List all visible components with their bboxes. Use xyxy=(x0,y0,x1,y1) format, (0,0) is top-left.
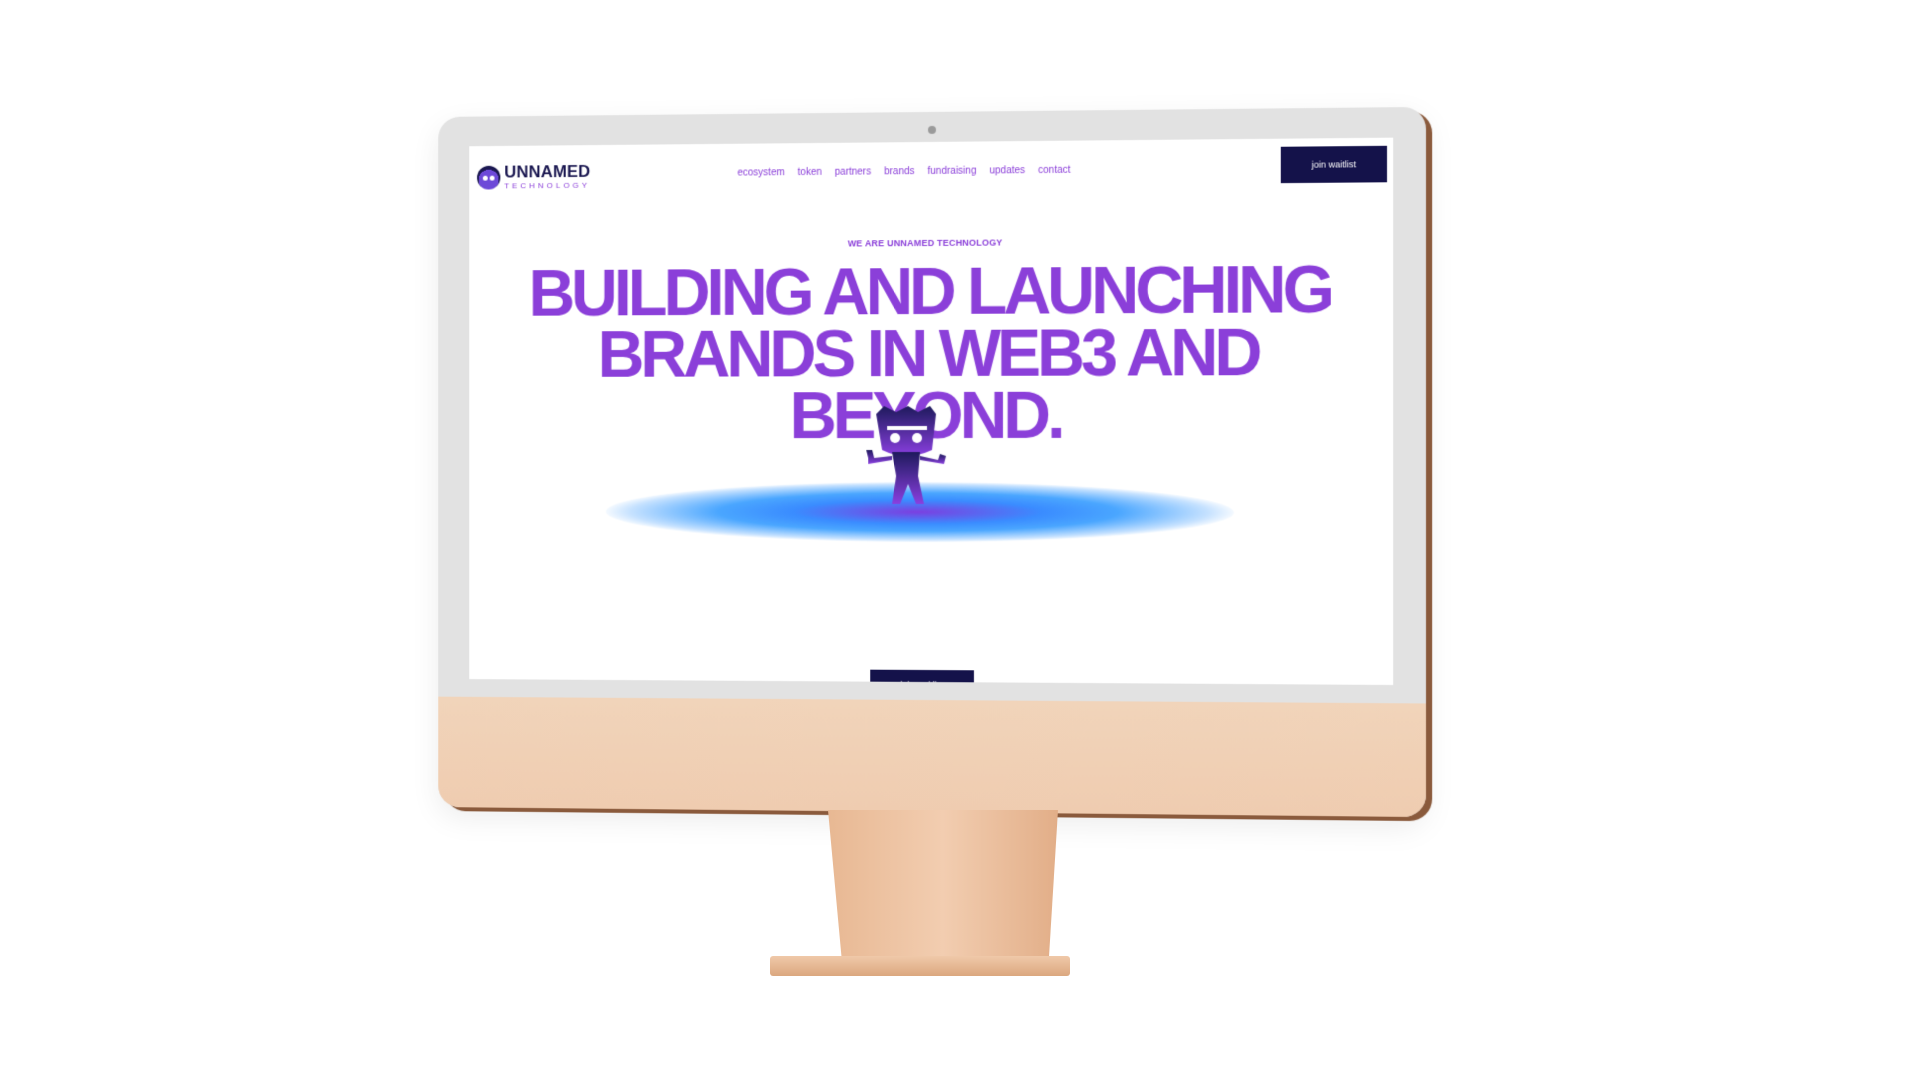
monitor-chin xyxy=(438,696,1427,818)
camera-dot xyxy=(927,125,936,134)
nav-item-contact[interactable]: contact xyxy=(1038,165,1070,176)
nav-item-updates[interactable]: updates xyxy=(989,165,1025,176)
monitor-mockup: UNNAMED TECHNOLOGY ecosystem token partn… xyxy=(430,106,1427,818)
nav-item-partners[interactable]: partners xyxy=(835,166,871,177)
hero-join-waitlist-button[interactable]: join waitlist xyxy=(870,669,974,686)
logo-text: UNNAMED TECHNOLOGY xyxy=(504,161,591,191)
site-header: UNNAMED TECHNOLOGY ecosystem token partn… xyxy=(469,138,1393,216)
monitor-stand-base xyxy=(770,956,1070,976)
logo-mascot-icon xyxy=(477,165,501,190)
brand-name: UNNAMED xyxy=(504,161,591,182)
nav-item-fundraising[interactable]: fundraising xyxy=(928,166,977,177)
monitor-frame: UNNAMED TECHNOLOGY ecosystem token partn… xyxy=(438,106,1427,818)
nav-item-token[interactable]: token xyxy=(798,167,822,178)
nav-item-ecosystem[interactable]: ecosystem xyxy=(737,167,784,178)
website-screen: UNNAMED TECHNOLOGY ecosystem token partn… xyxy=(469,137,1394,686)
brand-logo[interactable]: UNNAMED TECHNOLOGY xyxy=(477,161,591,191)
nav-item-brands[interactable]: brands xyxy=(884,166,914,177)
monitor-stand xyxy=(828,810,1058,960)
robot-mascot-icon xyxy=(866,405,946,505)
hero-eyebrow: WE ARE UNNAMED TECHNOLOGY xyxy=(847,237,1003,249)
join-waitlist-button[interactable]: join waitlist xyxy=(1280,145,1388,184)
brand-subtitle: TECHNOLOGY xyxy=(504,180,591,191)
main-nav: ecosystem token partners brands fundrais… xyxy=(737,165,1070,179)
